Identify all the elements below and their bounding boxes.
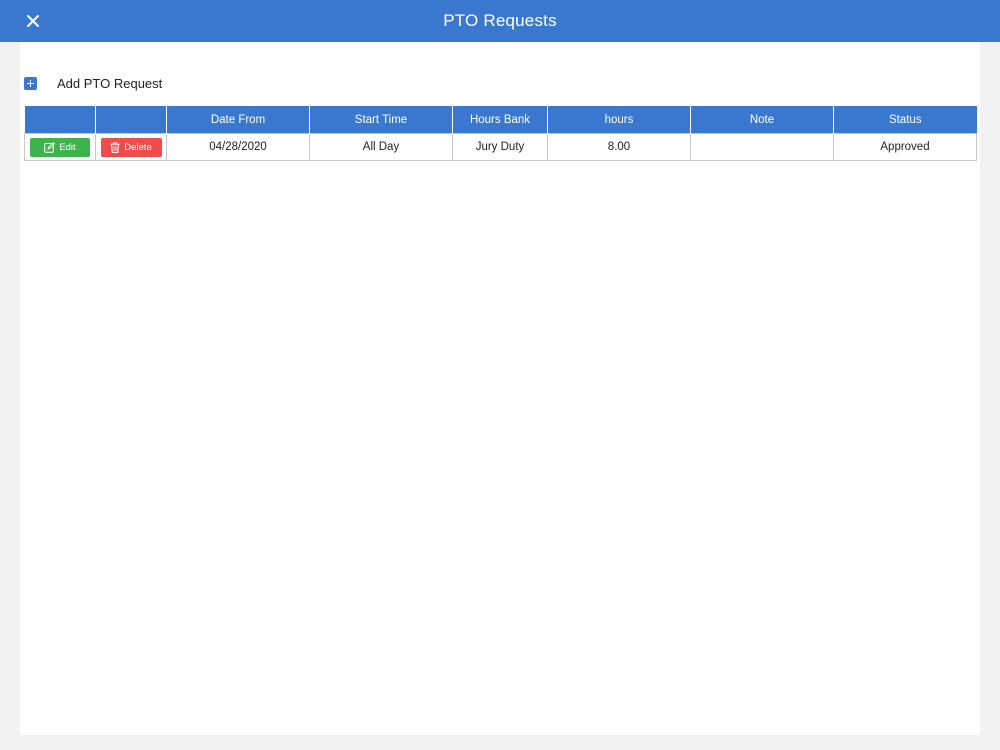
column-header-start-time[interactable]: Start Time — [309, 106, 453, 134]
column-header-status[interactable]: Status — [833, 106, 977, 134]
page-title: PTO Requests — [443, 11, 557, 30]
column-header-hours[interactable]: hours — [547, 106, 691, 134]
hours-cell: 8.00 — [547, 133, 691, 161]
edit-cell: Edit — [24, 133, 96, 161]
date-from-cell: 04/28/2020 — [166, 133, 310, 161]
delete-button-label: Delete — [124, 141, 152, 153]
table-row[interactable]: Edit Delete 04/28/2020 All Day Jury Duty… — [24, 133, 977, 161]
add-pto-request-button[interactable]: Add PTO Request — [24, 75, 162, 91]
status-cell: Approved — [833, 133, 977, 161]
main-panel: Add PTO Request Date From Start Time Hou… — [20, 42, 980, 735]
delete-button[interactable]: Delete — [100, 137, 162, 157]
add-pto-request-label[interactable]: Add PTO Request — [57, 76, 162, 91]
delete-cell: Delete — [95, 133, 167, 161]
column-header-date-from[interactable]: Date From — [166, 106, 310, 134]
hours-bank-cell: Jury Duty — [452, 133, 548, 161]
column-header-delete — [95, 106, 167, 134]
start-time-cell: All Day — [309, 133, 453, 161]
note-cell — [690, 133, 834, 161]
column-header-edit — [24, 106, 96, 134]
edit-button[interactable]: Edit — [30, 137, 90, 157]
column-header-hours-bank[interactable]: Hours Bank — [452, 106, 548, 134]
edit-button-label: Edit — [59, 141, 76, 153]
plus-icon[interactable] — [24, 76, 37, 90]
pto-requests-table: Date From Start Time Hours Bank hours No… — [24, 106, 977, 161]
column-header-note[interactable]: Note — [690, 106, 834, 134]
top-bar: PTO Requests — [0, 0, 1000, 42]
trash-icon — [110, 141, 120, 153]
edit-icon — [44, 141, 56, 153]
table-header-row: Date From Start Time Hours Bank hours No… — [24, 106, 977, 134]
